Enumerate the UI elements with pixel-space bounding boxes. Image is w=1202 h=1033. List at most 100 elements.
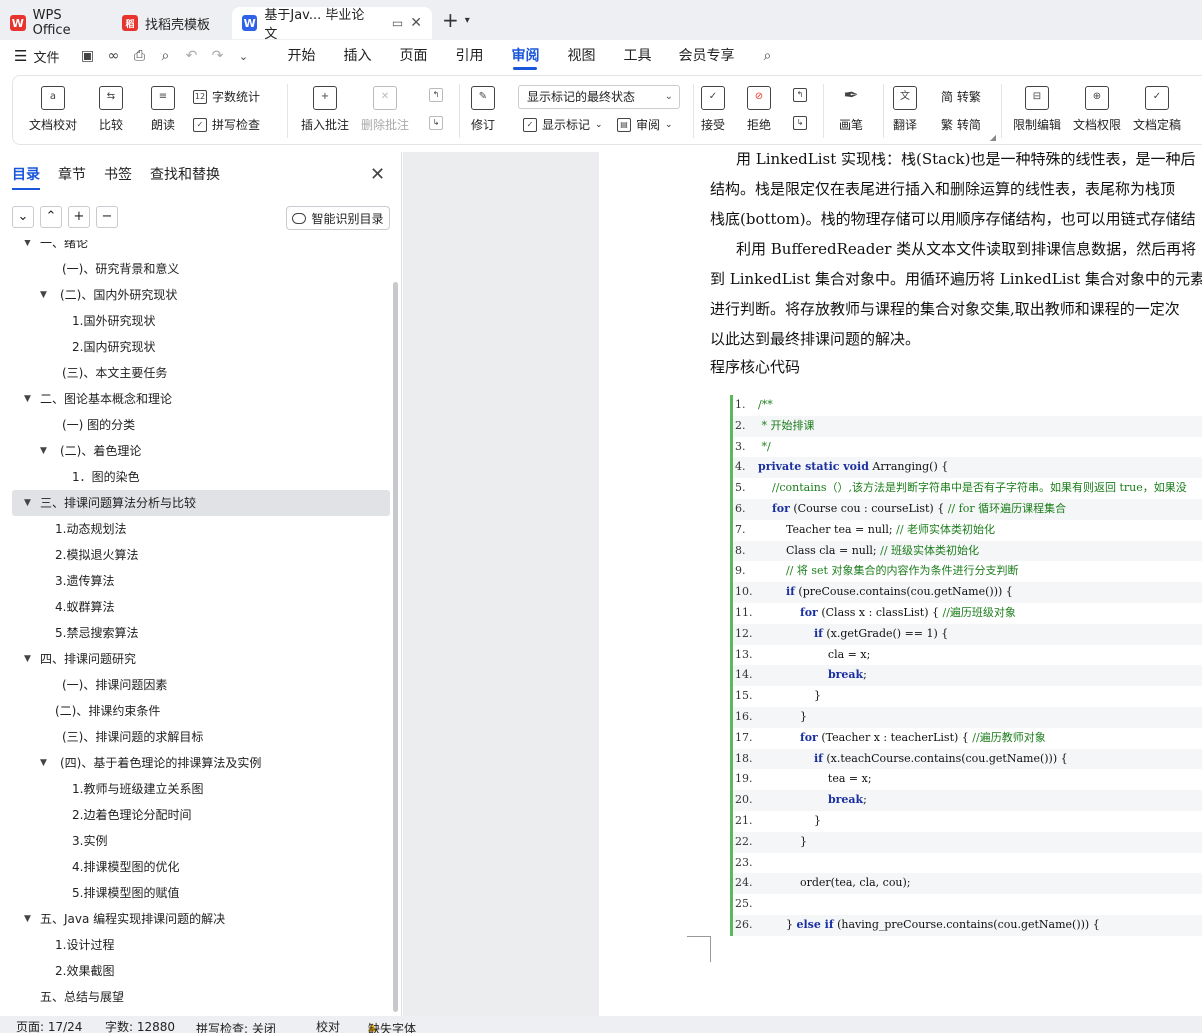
tab-chapters[interactable]: 章节 xyxy=(58,164,86,184)
chevron-down-icon[interactable]: ▾ xyxy=(465,15,470,26)
page-indicator[interactable]: 页面: 17/24 xyxy=(16,1018,82,1033)
undo-icon[interactable]: ↶ xyxy=(181,48,201,64)
doc-permission-button[interactable]: ⊕ 文档权限 xyxy=(1073,86,1121,133)
toc-item[interactable]: 1．图的染色 xyxy=(12,464,390,490)
tab-bookmarks[interactable]: 书签 xyxy=(104,164,132,184)
restore-icon[interactable]: ▭ xyxy=(392,16,403,30)
compare-button[interactable]: ⇆ 比较 xyxy=(99,86,123,133)
toc-item[interactable]: 2.模拟退火算法 xyxy=(12,542,390,568)
reject-button[interactable]: ⊘ 拒绝 xyxy=(747,86,771,133)
new-tab-icon[interactable]: + xyxy=(442,8,459,32)
toc-item[interactable]: 2.效果截图 xyxy=(12,958,390,984)
prev-comment-button[interactable]: ↰ xyxy=(429,88,443,102)
accept-button[interactable]: ✓ 接受 xyxy=(701,86,725,133)
toc-item[interactable]: 2.国内研究现状 xyxy=(12,334,390,360)
tab-document[interactable]: W 基于Jav... 毕业论文 ▭ ✕ xyxy=(232,7,432,42)
doc-check-button[interactable]: a 文档校对 xyxy=(29,86,77,133)
toc-item[interactable]: 4.蚁群算法 xyxy=(12,594,390,620)
expand-arrow-icon[interactable]: ▼ xyxy=(24,906,31,932)
expand-arrow-icon[interactable]: ▼ xyxy=(40,282,47,308)
toc-item[interactable]: 5.排课模型图的赋值 xyxy=(12,880,390,906)
tab-view[interactable]: 视图 xyxy=(553,40,609,72)
file-menu[interactable]: ☰ 文件 xyxy=(14,47,59,66)
next-comment-button[interactable]: ↳ xyxy=(429,116,443,130)
link-icon[interactable]: ∞ xyxy=(103,48,123,64)
expand-arrow-icon[interactable]: ▼ xyxy=(24,240,31,256)
tab-wps-office[interactable]: W WPS Office xyxy=(0,7,112,39)
save-icon[interactable]: ▣ xyxy=(77,48,97,64)
smart-toc-button[interactable]: 智能识别目录 xyxy=(286,206,390,230)
toc-item[interactable]: ▼ (二)、国内外研究现状 xyxy=(12,282,390,308)
print-preview-icon[interactable]: ⌕ xyxy=(155,48,175,64)
tab-page[interactable]: 页面 xyxy=(385,40,441,72)
review-pane-button[interactable]: ▤ 审阅 ⌄ xyxy=(617,116,673,133)
toc-item[interactable]: (二)、排课约束条件 xyxy=(12,698,390,724)
tab-reference[interactable]: 引用 xyxy=(441,40,497,72)
minus-icon[interactable]: − xyxy=(96,206,118,228)
toc-item[interactable]: 1.教师与班级建立关系图 xyxy=(12,776,390,802)
markup-state-select[interactable]: 显示标记的最终状态 ⌄ xyxy=(518,85,680,109)
close-icon[interactable]: ✕ xyxy=(410,15,422,31)
restrict-edit-button[interactable]: ⊟ 限制编辑 xyxy=(1013,86,1061,133)
show-markup-button[interactable]: ✓ 显示标记 ⌄ xyxy=(523,116,603,133)
toc-item[interactable]: (一)、排课问题因素 xyxy=(12,672,390,698)
close-icon[interactable]: ✕ xyxy=(370,164,385,185)
toc-item[interactable]: ▼ 四、排课问题研究 xyxy=(12,646,390,672)
tab-start[interactable]: 开始 xyxy=(273,40,329,72)
nav-scrollbar[interactable] xyxy=(393,282,398,1012)
print-icon[interactable]: ⎙ xyxy=(129,48,149,64)
toc-item[interactable]: 2.边着色理论分配时间 xyxy=(12,802,390,828)
toc-item[interactable]: 1.设计过程 xyxy=(12,932,390,958)
toc-item[interactable]: ▼ 三、排课问题算法分析与比较 xyxy=(12,490,390,516)
toc-item[interactable]: 3.遗传算法 xyxy=(12,568,390,594)
tab-insert[interactable]: 插入 xyxy=(329,40,385,72)
tab-toc[interactable]: 目录 xyxy=(12,164,40,190)
chevron-up-icon[interactable]: ⌃ xyxy=(40,206,62,228)
spell-check-button[interactable]: ✓ 拼写检查 xyxy=(193,116,260,133)
next-change-button[interactable]: ↳ xyxy=(793,116,807,130)
proof-status[interactable]: 校对 xyxy=(316,1018,340,1033)
expand-arrow-icon[interactable]: ▼ xyxy=(24,490,31,516)
toc-item[interactable]: ▼ 二、图论基本概念和理论 xyxy=(12,386,390,412)
toc-item[interactable]: 1.动态规划法 xyxy=(12,516,390,542)
delete-comment-button[interactable]: ✕ 删除批注 xyxy=(361,86,409,133)
doc-finalize-button[interactable]: ✓ 文档定稿 xyxy=(1133,86,1181,133)
toc-item[interactable]: (三)、排课问题的求解目标 xyxy=(12,724,390,750)
toc-item[interactable]: 3.实例 xyxy=(12,828,390,854)
add-icon[interactable]: + xyxy=(68,206,90,228)
expand-arrow-icon[interactable]: ▼ xyxy=(24,386,31,412)
read-aloud-button[interactable]: ≡ 朗读 xyxy=(151,86,175,133)
word-count-button[interactable]: 12 字数统计 xyxy=(193,88,260,105)
toc-item[interactable]: ▼ (四)、基于着色理论的排课算法及实例 xyxy=(12,750,390,776)
tab-member[interactable]: 会员专享 xyxy=(665,40,747,72)
toc-item[interactable]: 4.排课模型图的优化 xyxy=(12,854,390,880)
chevron-down-icon[interactable]: ⌄ xyxy=(233,50,253,63)
to-simplified-button[interactable]: 繁 转简 xyxy=(941,116,981,133)
insert-comment-button[interactable]: + 插入批注 xyxy=(301,86,349,133)
toc-item[interactable]: ▼ (二)、着色理论 xyxy=(12,438,390,464)
search-icon[interactable]: ⌕ xyxy=(757,48,777,64)
toc-item[interactable]: (一)、研究背景和意义 xyxy=(12,256,390,282)
chevron-down-icon[interactable]: ⌄ xyxy=(12,206,34,228)
translate-button[interactable]: 文 翻译 xyxy=(893,86,917,133)
toc-item[interactable]: (一) 图的分类 xyxy=(12,412,390,438)
toc-item[interactable]: ▼ 五、Java 编程实现排课问题的解决 xyxy=(12,906,390,932)
tab-template[interactable]: 稻 找稻壳模板 xyxy=(112,7,232,39)
prev-change-button[interactable]: ↰ xyxy=(793,88,807,102)
expand-arrow-icon[interactable]: ▼ xyxy=(40,750,47,776)
redo-icon[interactable]: ↷ xyxy=(207,48,227,64)
toc-item[interactable]: 5.禁忌搜索算法 xyxy=(12,620,390,646)
expand-arrow-icon[interactable]: ▼ xyxy=(24,646,31,672)
dialog-launcher-icon[interactable]: ◢ xyxy=(990,133,996,142)
toc-item[interactable]: (三)、本文主要任务 xyxy=(12,360,390,386)
tab-review[interactable]: 审阅 xyxy=(497,40,553,72)
word-count[interactable]: 字数: 12880 xyxy=(105,1018,175,1033)
tab-find-replace[interactable]: 查找和替换 xyxy=(150,164,220,184)
toc-item[interactable]: 五、总结与展望 xyxy=(12,984,390,1010)
expand-arrow-icon[interactable]: ▼ xyxy=(40,438,47,464)
pen-button[interactable]: ✒ 画笔 xyxy=(839,86,863,133)
tab-tools[interactable]: 工具 xyxy=(609,40,665,72)
to-traditional-button[interactable]: 简 转繁 xyxy=(941,88,981,105)
revise-button[interactable]: ✎ 修订 xyxy=(471,86,495,133)
toc-item[interactable]: 1.国外研究现状 xyxy=(12,308,390,334)
